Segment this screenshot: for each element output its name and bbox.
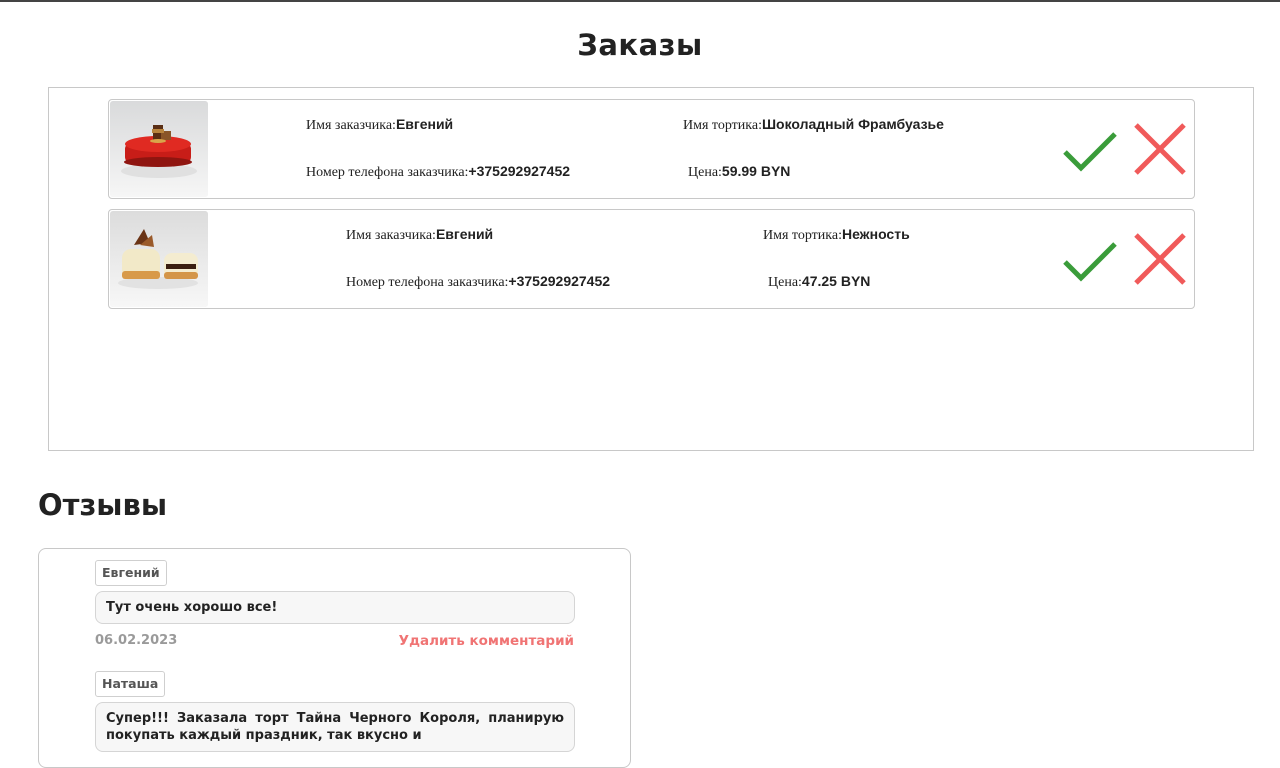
cake-name-value: Нежность (841, 226, 910, 242)
reject-order-button[interactable] (1131, 120, 1189, 178)
accept-order-button[interactable] (1061, 120, 1119, 178)
cake-name-field: Имя тортика:Нежность (763, 226, 910, 244)
phone-label: Номер телефона заказчика: (306, 165, 469, 180)
review-text: Тут очень хорошо все! (95, 591, 575, 624)
reviews-panel: Евгений Тут очень хорошо все! 06.02.2023… (38, 548, 631, 768)
price-value: 59.99 BYN (721, 163, 791, 179)
price-label: Цена: (688, 165, 722, 180)
delete-comment-link[interactable]: Удалить комментарий (399, 633, 574, 649)
phone-label: Номер телефона заказчика: (346, 275, 509, 290)
customer-name-label: Имя заказчика: (346, 228, 436, 243)
price-label: Цена: (768, 275, 802, 290)
price-value: 47.25 BYN (801, 273, 871, 289)
customer-name-field: Имя заказчика:Евгений (346, 226, 493, 244)
cake-name-label: Имя тортика: (763, 228, 842, 243)
review-author: Евгений (95, 560, 167, 586)
reject-order-button[interactable] (1131, 230, 1189, 288)
review-date: 06.02.2023 (95, 633, 178, 648)
review-text: Супер!!! Заказала торт Тайна Черного Кор… (95, 702, 575, 752)
accept-order-button[interactable] (1061, 230, 1119, 288)
phone-value: +375292927452 (508, 273, 611, 289)
cake-image (110, 211, 208, 307)
checkmark-icon (1063, 242, 1117, 282)
cake-name-label: Имя тортика: (683, 118, 762, 133)
phone-field: Номер телефона заказчика:+375292927452 (306, 163, 570, 181)
cake-name-field: Имя тортика:Шоколадный Фрамбуазье (683, 116, 944, 134)
cross-icon (1134, 233, 1186, 285)
price-field: Цена:47.25 BYN (768, 273, 870, 291)
reviews-title: Отзывы (38, 488, 168, 522)
phone-field: Номер телефона заказчика:+375292927452 (346, 273, 610, 291)
cross-icon (1134, 123, 1186, 175)
order-card: Имя заказчика:Евгений Имя тортика:Нежнос… (108, 209, 1195, 309)
customer-name-value: Евгений (395, 116, 454, 132)
cake-name-value: Шоколадный Фрамбуазье (761, 116, 944, 132)
customer-name-field: Имя заказчика:Евгений (306, 116, 453, 134)
order-card: Имя заказчика:Евгений Имя тортика:Шокола… (108, 99, 1195, 199)
orders-panel: Имя заказчика:Евгений Имя тортика:Шокола… (48, 87, 1254, 451)
phone-value: +375292927452 (468, 163, 571, 179)
checkmark-icon (1063, 132, 1117, 172)
customer-name-value: Евгений (435, 226, 494, 242)
customer-name-label: Имя заказчика: (306, 118, 396, 133)
orders-title: Заказы (577, 28, 703, 62)
price-field: Цена:59.99 BYN (688, 163, 790, 181)
review-author: Наташа (95, 671, 166, 697)
cake-image (110, 101, 208, 197)
